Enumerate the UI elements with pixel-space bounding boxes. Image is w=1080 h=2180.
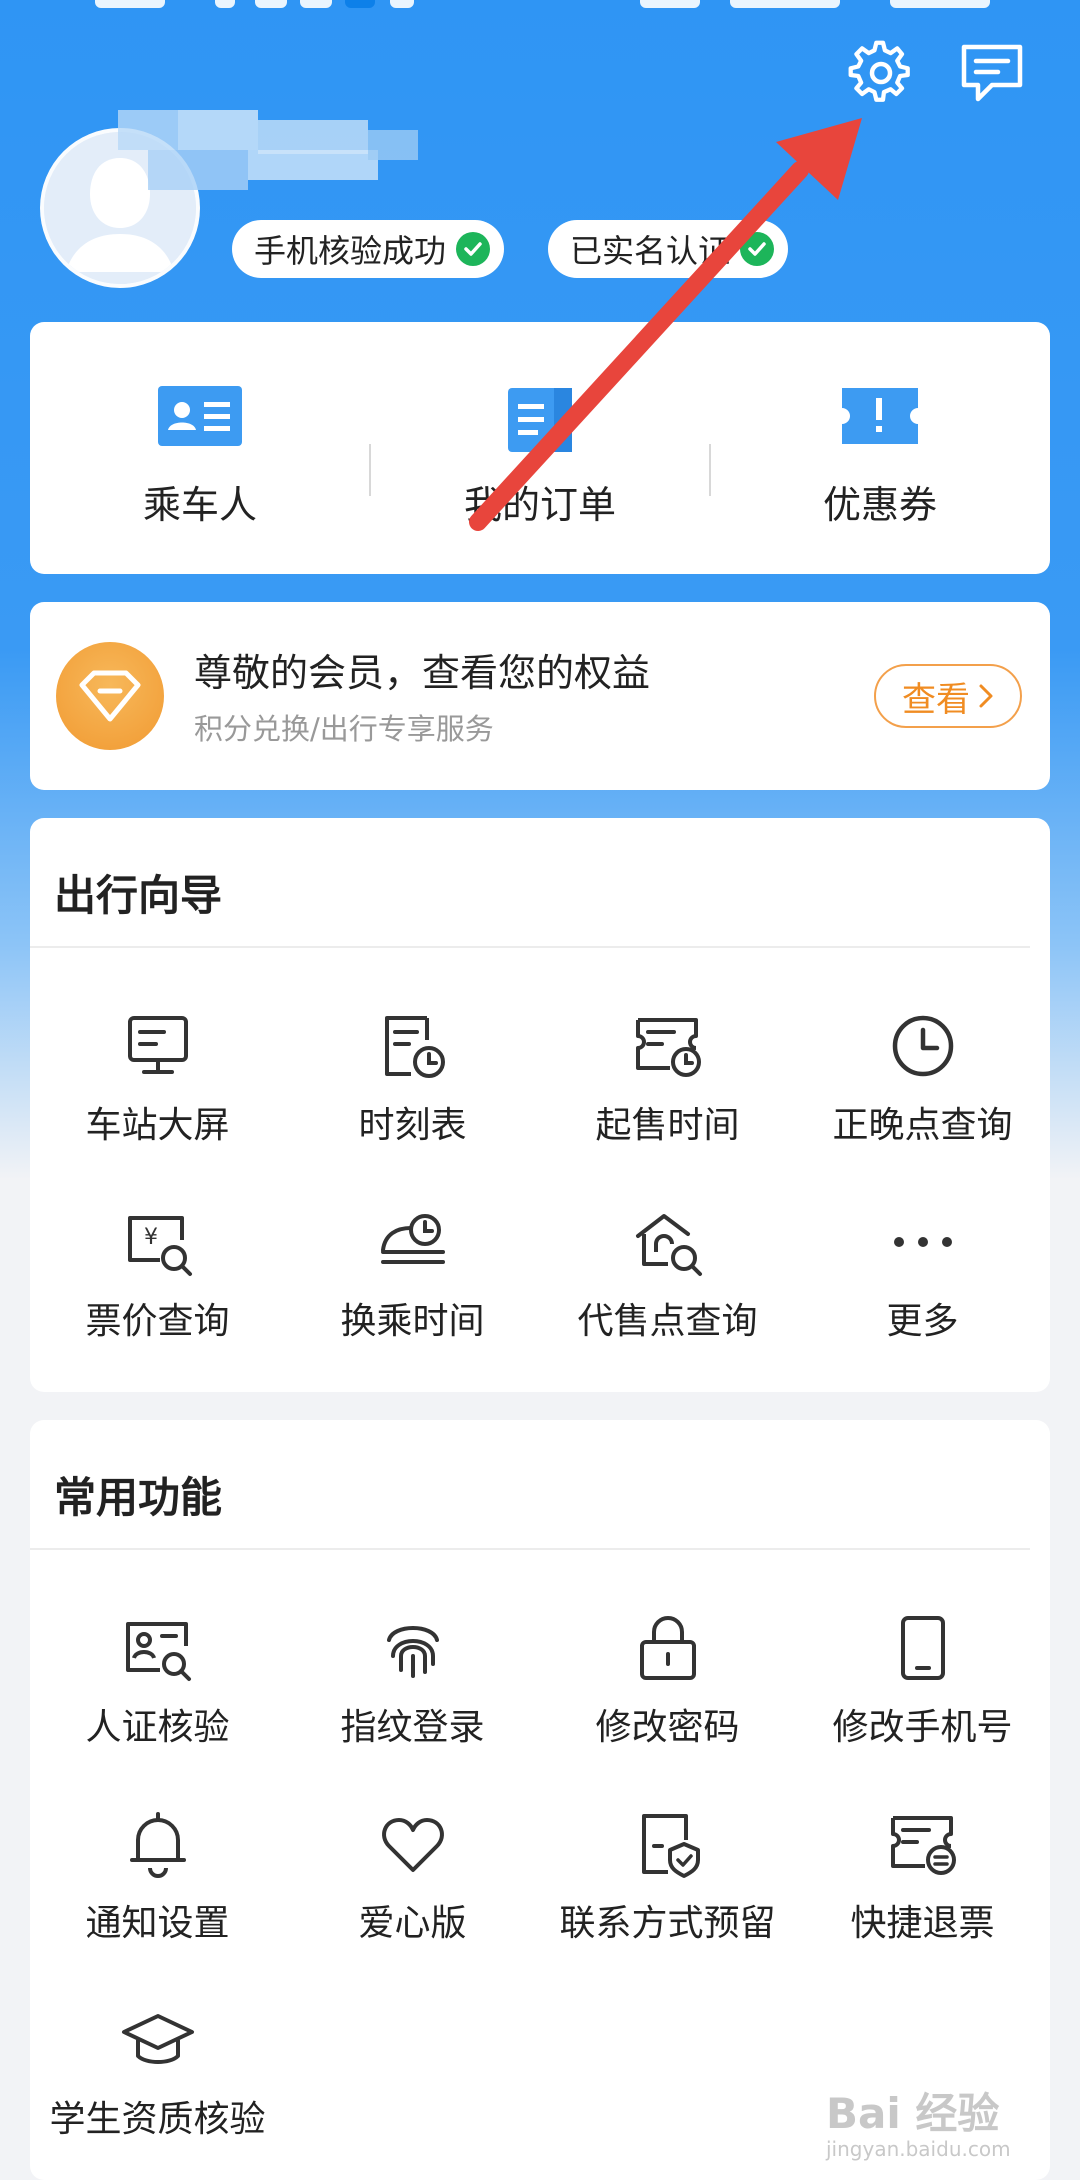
realname-verified-badge: 已实名认证 <box>548 220 789 278</box>
section-title: 出行向导 <box>54 871 223 920</box>
ticket-clock-icon <box>635 1018 701 1077</box>
passenger-card-icon <box>156 384 244 452</box>
func-item-fingerprint-login[interactable]: 指纹登录 <box>285 1610 540 1780</box>
status-time-fragment <box>95 0 165 8</box>
transfer-time-icon <box>380 1214 445 1264</box>
signal-icon <box>730 0 840 8</box>
status-icon-fragment <box>300 0 332 8</box>
timetable-icon <box>384 1016 445 1078</box>
func-item-student-verify[interactable]: 学生资质核验 <box>30 2002 285 2172</box>
coupon-icon <box>838 384 922 452</box>
guide-item-label: 起售时间 <box>595 1105 740 1146</box>
func-item-notification-settings[interactable]: 通知设置 <box>30 1806 285 1976</box>
guide-item-label: 车站大屏 <box>85 1105 230 1146</box>
guide-item-fare-query[interactable]: ¥ 票价查询 <box>30 1204 285 1374</box>
heart-icon <box>381 1818 444 1872</box>
guide-item-sale-time[interactable]: 起售时间 <box>540 1008 795 1178</box>
phone-verified-badge: 手机核验成功 <box>232 220 505 278</box>
func-item-label: 爱心版 <box>358 1903 467 1944</box>
view-button-label: 查看 <box>902 679 970 720</box>
func-item-quick-refund[interactable]: 快捷退票 <box>795 1806 1050 1976</box>
func-item-label: 联系方式预留 <box>559 1903 776 1944</box>
divider <box>30 946 1030 948</box>
view-benefits-button[interactable]: 查看 <box>874 664 1022 728</box>
watermark-text: Bai 经验 <box>826 2089 1000 2138</box>
status-icon-fragment <box>215 0 235 8</box>
func-item-label: 修改密码 <box>595 1707 740 1748</box>
lock-icon <box>639 1616 696 1680</box>
status-icon-fragment <box>390 0 414 8</box>
guide-item-label: 更多 <box>886 1301 959 1342</box>
bell-icon <box>129 1812 186 1878</box>
func-item-change-password[interactable]: 修改密码 <box>540 1610 795 1780</box>
divider <box>30 1548 1030 1550</box>
username-redacted <box>118 110 428 192</box>
section-title: 常用功能 <box>54 1473 223 1522</box>
clock-icon <box>892 1015 953 1077</box>
diamond-icon <box>56 642 164 750</box>
battery-icon <box>890 0 990 8</box>
quick-item-passenger[interactable]: 乘车人 <box>30 322 370 574</box>
guide-item-delay-query[interactable]: 正晚点查询 <box>795 1008 1050 1178</box>
badge-label: 已实名认证 <box>570 232 731 270</box>
watermark-url: jingyan.baidu.com <box>826 2137 1011 2161</box>
contact-shield-icon <box>641 1814 700 1878</box>
order-list-icon <box>504 384 576 460</box>
status-icon-fragment <box>255 0 287 8</box>
func-item-contact-reserve[interactable]: 联系方式预留 <box>540 1806 795 1976</box>
travel-guide-card: 出行向导 车站大屏 时刻表 起售时间 正晚点查询 ¥ 票价查询 换乘时间 代售点… <box>30 818 1050 1392</box>
chevron-right-icon <box>979 684 993 708</box>
guide-item-timetable[interactable]: 时刻表 <box>285 1008 540 1178</box>
id-verify-icon <box>125 1622 191 1681</box>
guide-item-label: 换乘时间 <box>340 1301 485 1342</box>
guide-item-label: 时刻表 <box>358 1105 467 1146</box>
graduation-cap-icon <box>121 2014 194 2064</box>
quick-item-label: 优惠券 <box>822 483 937 527</box>
refund-ticket-icon <box>890 1816 956 1875</box>
status-bar <box>0 0 1080 14</box>
quick-item-label: 我的订单 <box>463 483 616 527</box>
member-benefits-card[interactable]: 尊敬的会员，查看您的权益 积分兑换/出行专享服务 查看 <box>30 602 1050 790</box>
message-icon[interactable] <box>956 38 1028 108</box>
monitor-icon <box>127 1016 188 1074</box>
guide-item-agency-query[interactable]: 代售点查询 <box>540 1204 795 1374</box>
svg-text:¥: ¥ <box>144 1225 158 1250</box>
guide-item-label: 正晚点查询 <box>832 1105 1013 1146</box>
phone-icon <box>900 1616 945 1680</box>
quick-actions-card: 乘车人 我的订单 优惠券 <box>30 322 1050 574</box>
more-dots-icon <box>893 1237 952 1247</box>
func-item-care-mode[interactable]: 爱心版 <box>285 1806 540 1976</box>
func-item-label: 人证核验 <box>85 1707 230 1748</box>
guide-item-transfer-time[interactable]: 换乘时间 <box>285 1204 540 1374</box>
price-search-icon: ¥ <box>127 1216 192 1276</box>
quick-item-coupons[interactable]: 优惠券 <box>710 322 1050 574</box>
check-icon <box>456 232 491 266</box>
func-item-label: 学生资质核验 <box>49 2099 266 2140</box>
status-icon-fragment <box>345 0 375 8</box>
func-item-change-phone[interactable]: 修改手机号 <box>795 1610 1050 1780</box>
func-item-id-verify[interactable]: 人证核验 <box>30 1610 285 1780</box>
func-item-label: 快捷退票 <box>850 1903 995 1944</box>
fingerprint-icon <box>386 1626 439 1678</box>
guide-item-label: 票价查询 <box>85 1301 230 1342</box>
member-subtitle: 积分兑换/出行专享服务 <box>194 712 494 746</box>
quick-item-orders[interactable]: 我的订单 <box>370 322 710 574</box>
badge-label: 手机核验成功 <box>254 232 447 270</box>
common-functions-card: 常用功能 人证核验 指纹登录 修改密码 修改手机号 通知设置 爱心版 联系方式预… <box>30 1420 1050 2180</box>
settings-gear-icon[interactable] <box>846 38 916 108</box>
member-title: 尊敬的会员，查看您的权益 <box>194 651 651 695</box>
func-item-label: 通知设置 <box>85 1903 230 1944</box>
guide-item-station-screen[interactable]: 车站大屏 <box>30 1008 285 1178</box>
check-icon <box>740 232 775 266</box>
guide-item-more[interactable]: 更多 <box>795 1204 1050 1374</box>
baidu-watermark: Bai 经验 jingyan.baidu.com <box>826 2080 1011 2161</box>
agency-search-icon <box>635 1214 702 1276</box>
func-item-label: 指纹登录 <box>340 1707 485 1748</box>
guide-item-label: 代售点查询 <box>577 1301 758 1342</box>
quick-item-label: 乘车人 <box>142 483 257 527</box>
status-icon-fragment <box>640 0 700 8</box>
func-item-label: 修改手机号 <box>832 1707 1013 1748</box>
